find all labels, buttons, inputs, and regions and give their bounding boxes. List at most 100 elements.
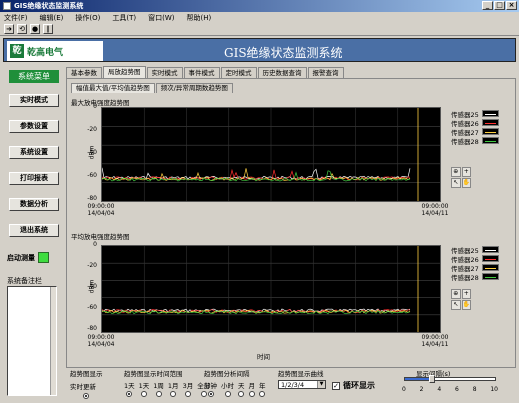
maximize-button[interactable]: □ (494, 1, 505, 10)
chart2-xlabel: 时间 (257, 353, 270, 361)
tab-timed[interactable]: 定时模式 (220, 67, 257, 78)
menu-window[interactable]: 窗口(W) (148, 13, 174, 23)
pan-icon[interactable]: + (461, 167, 471, 177)
realtime-mode-button[interactable]: 实时模式 (9, 94, 59, 107)
tab-event[interactable]: 事件模式 (183, 67, 220, 78)
hand-icon[interactable]: ✋ (461, 300, 471, 310)
interval-group: 趋势图分析间隔 分钟 小时 天 月 年 (204, 368, 266, 397)
chart2-title: 平均放电强度趋势图 (71, 233, 130, 241)
spacing-slider[interactable] (404, 375, 496, 383)
chart1-xtick-end: 09:00:00 14/04/11 (421, 203, 449, 217)
curves-select[interactable]: 1/2/3/4 ▼ (278, 380, 326, 389)
range-radio[interactable] (126, 391, 133, 397)
run-arrow-icon[interactable]: ➜ (4, 24, 14, 34)
menu-file[interactable]: 文件(F) (4, 13, 28, 23)
range-radio[interactable] (170, 391, 177, 397)
minimize-button[interactable]: _ (482, 1, 493, 10)
notes-scrollbar[interactable] (50, 287, 56, 395)
chart2-xtick-end: 09:00:00 14/04/11 (421, 334, 449, 348)
pan-icon[interactable]: + (461, 289, 471, 299)
chart1-zoom-tools: ⊕ + ↖ ✋ (451, 167, 471, 188)
bottom-controls: 趋势图显示 实时更新 趋势图显示时间范围 1天 1天 1周 1月 3月 全部 趋… (66, 368, 516, 400)
notes-textarea[interactable] (7, 286, 57, 396)
toolbar: ➜ ⟲ ● ∥ (0, 23, 519, 36)
company-logo: 乾 乾高电气 (7, 41, 103, 61)
data-analysis-button[interactable]: 数据分析 (9, 198, 59, 211)
slider-tick: 10 (490, 386, 498, 393)
chart2-ytick: 0 (93, 241, 97, 248)
menu-help[interactable]: 帮助(H) (187, 13, 212, 23)
tab-trend[interactable]: 局放趋势图 (103, 66, 146, 78)
menu-operate[interactable]: 操作(O) (75, 13, 100, 23)
close-button[interactable]: × (506, 1, 517, 10)
trend-panel: 幅值最大值/平均值趋势图 频次/异常周期数趋势图 最大放电强度趋势图 0 -20… (66, 78, 516, 368)
main-tabs: 基本参数 局放趋势图 实时模式 事件模式 定时模式 历史数据查询 报警查询 (66, 66, 345, 78)
title-bar: GIS绝缘状态监测系统 _ □ × (0, 0, 519, 12)
menu-tools[interactable]: 工具(T) (112, 13, 136, 23)
stop-icon[interactable]: ● (30, 24, 40, 34)
interval-radio[interactable] (248, 391, 255, 397)
exit-system-button[interactable]: 退出系统 (9, 224, 59, 237)
param-settings-button[interactable]: 参数设置 (9, 120, 59, 133)
chart2-legend: 传感器25 传感器26 传感器27 传感器28 (451, 245, 509, 282)
interval-radio[interactable] (259, 391, 266, 397)
app-title: GIS绝缘状态监测系统 (224, 46, 343, 60)
interval-option-label: 小时 (221, 382, 234, 390)
display-option: 实时更新 (70, 383, 96, 391)
loop-display-label: 循环显示 (343, 381, 375, 390)
subtab-amplitude[interactable]: 幅值最大值/平均值趋势图 (71, 83, 155, 93)
tab-history[interactable]: 历史数据查询 (257, 67, 307, 78)
print-report-button[interactable]: 打印报表 (9, 172, 59, 185)
range-radio[interactable] (155, 391, 162, 397)
tab-basic-params[interactable]: 基本参数 (66, 67, 102, 78)
display-label: 趋势图显示 (70, 370, 103, 378)
range-option-label: 3月 (182, 382, 194, 390)
zoom-icon[interactable]: ⊕ (451, 167, 461, 177)
loop-display-checkbox[interactable]: ✓ (332, 381, 340, 390)
curves-group: 趋势图显示曲线 1/2/3/4 ▼ (278, 368, 326, 389)
curves-label: 趋势图显示曲线 (278, 370, 324, 378)
start-measure-toggle[interactable] (38, 252, 49, 263)
hand-icon[interactable]: ✋ (461, 178, 471, 188)
slider-tick: 6 (455, 386, 459, 393)
interval-radio[interactable] (207, 391, 214, 397)
interval-option-label: 分钟 (204, 382, 217, 390)
chart1-plot (101, 107, 441, 202)
curves-value: 1/2/3/4 (281, 380, 305, 389)
pause-icon[interactable]: ∥ (43, 24, 53, 34)
cursor-icon[interactable]: ↖ (451, 300, 461, 310)
run-continuous-icon[interactable]: ⟲ (17, 24, 27, 34)
chart2-ytick: -80 (87, 325, 97, 332)
display-group: 趋势图显示 实时更新 (70, 368, 103, 399)
menu-edit[interactable]: 编辑(E) (40, 13, 64, 23)
cursor-icon[interactable]: ↖ (451, 178, 461, 188)
zoom-icon[interactable]: ⊕ (451, 289, 461, 299)
legend-item: 传感器28 (451, 272, 509, 282)
spacing-ticks: 0 2 4 6 8 10 (402, 386, 498, 393)
slider-tick: 8 (472, 386, 477, 393)
system-settings-button[interactable]: 系统设置 (9, 146, 59, 159)
chart2-xtick-start: 09:00:00 14/04/04 (87, 334, 115, 348)
interval-label: 趋势图分析间隔 (204, 370, 250, 378)
tab-realtime[interactable]: 实时模式 (146, 67, 183, 78)
range-option-label: 1周 (153, 382, 164, 390)
range-radio[interactable] (184, 391, 191, 397)
slider-tick: 4 (437, 386, 442, 393)
interval-radio[interactable] (224, 391, 231, 397)
range-radio[interactable] (140, 391, 147, 397)
slider-tick: 0 (402, 386, 406, 393)
interval-radio[interactable] (238, 391, 245, 397)
slider-tick: 2 (419, 386, 424, 393)
chart2-svg (101, 246, 440, 332)
subtab-frequency[interactable]: 频次/异常周期数趋势图 (155, 83, 233, 93)
slider-knob[interactable] (429, 375, 435, 383)
tab-alarm[interactable]: 报警查询 (307, 67, 344, 78)
window-title: GIS绝缘状态监测系统 (14, 2, 84, 10)
chart2-plot (101, 245, 441, 333)
chart1-yunit: dBm (88, 145, 96, 160)
realtime-update-radio[interactable] (83, 393, 90, 399)
series-line (101, 167, 411, 180)
chevron-down-icon[interactable]: ▼ (317, 381, 325, 388)
legend-item: 传感器28 (451, 136, 509, 146)
chart1-legend: 传感器25 传感器26 传感器27 传感器28 (451, 109, 509, 146)
